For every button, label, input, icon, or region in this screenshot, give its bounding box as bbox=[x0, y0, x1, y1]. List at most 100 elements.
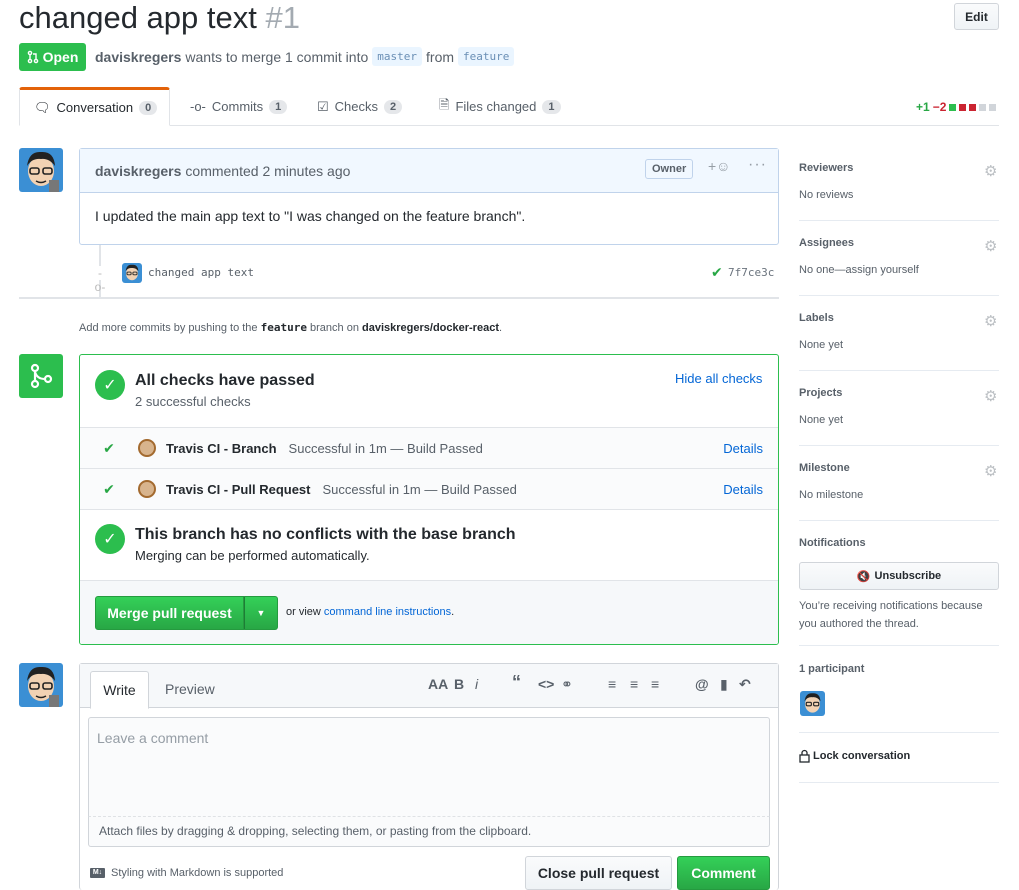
checklist-icon: ☑ bbox=[317, 98, 329, 114]
merge-alt-prefix: or view bbox=[286, 606, 321, 618]
gear-icon[interactable]: ⚙ bbox=[984, 387, 997, 405]
comment-discussion-icon: 🗨 bbox=[34, 99, 51, 115]
bold-icon[interactable]: B bbox=[454, 676, 464, 692]
sidebar-divider bbox=[799, 782, 999, 783]
timeline-divider bbox=[19, 297, 779, 299]
reviewers-heading[interactable]: Reviewers bbox=[799, 162, 853, 174]
chevron-down-icon[interactable]: ▼ bbox=[244, 596, 278, 630]
avatar[interactable] bbox=[19, 148, 63, 192]
push-hint-text: . bbox=[498, 322, 503, 334]
add-reaction-icon[interactable]: +☺ bbox=[708, 158, 730, 174]
comment-button[interactable]: Comment bbox=[677, 856, 770, 890]
check-name: Travis CI - Pull Request bbox=[166, 481, 311, 497]
tab-conversation[interactable]: 🗨 Conversation 0 bbox=[19, 87, 170, 126]
check-details-link[interactable]: Details bbox=[723, 482, 763, 497]
status-label: Open bbox=[42, 49, 79, 65]
projects-value: None yet bbox=[799, 414, 844, 426]
tab-count: 0 bbox=[139, 100, 158, 115]
check-circle-icon: ✓ bbox=[95, 370, 125, 400]
merge-alt-text: or view command line instructions. bbox=[286, 606, 454, 618]
push-hint-text: branch on bbox=[310, 322, 359, 334]
comment-textarea[interactable]: Leave a comment bbox=[88, 717, 770, 817]
check-description: Successful in 1m — Build Passed bbox=[322, 481, 517, 497]
link-icon[interactable]: ⚭ bbox=[561, 676, 573, 693]
file-diff-icon: 🗎 bbox=[439, 96, 450, 112]
assignees-value[interactable]: No one—assign yourself bbox=[799, 264, 919, 276]
unsubscribe-label: Unsubscribe bbox=[874, 570, 942, 582]
tab-label: Checks bbox=[334, 99, 379, 114]
comment-author[interactable]: daviskregers bbox=[95, 163, 181, 179]
attach-files-bar[interactable]: Attach files by dragging & dropping, sel… bbox=[88, 817, 770, 847]
check-icon[interactable]: ✔ bbox=[711, 264, 723, 281]
merge-button[interactable]: Merge pull request bbox=[95, 596, 244, 630]
quote-icon[interactable]: “ bbox=[512, 672, 521, 693]
markdown-icon: M↓ bbox=[90, 868, 105, 878]
author-link[interactable]: daviskregers bbox=[95, 49, 181, 65]
comment-body: I updated the main app text to "I was ch… bbox=[95, 208, 526, 224]
gear-icon[interactable]: ⚙ bbox=[984, 162, 997, 180]
commit-sha-link[interactable]: 7f7ce3c bbox=[728, 266, 774, 279]
diffstat-block bbox=[949, 103, 957, 111]
task-list-icon[interactable]: ≡ bbox=[651, 676, 659, 692]
git-merge-icon bbox=[19, 354, 63, 398]
mention-icon[interactable]: @ bbox=[695, 676, 709, 692]
tab-files-changed[interactable]: 🗎 Files changed 1 bbox=[425, 87, 575, 126]
push-hint: Add more commits by pushing to the featu… bbox=[79, 321, 502, 334]
unordered-list-icon[interactable]: ≡ bbox=[608, 676, 616, 692]
gear-icon[interactable]: ⚙ bbox=[984, 462, 997, 480]
text-size-icon[interactable]: AA bbox=[428, 676, 448, 692]
tab-label: Files changed bbox=[455, 99, 537, 114]
edit-button[interactable]: Edit bbox=[954, 3, 999, 30]
markdown-hint-text: Styling with Markdown is supported bbox=[111, 867, 284, 879]
diffstat-block bbox=[979, 103, 987, 111]
lock-icon bbox=[799, 749, 810, 763]
milestone-heading[interactable]: Milestone bbox=[799, 462, 850, 474]
check-details-link[interactable]: Details bbox=[723, 441, 763, 456]
bookmark-icon[interactable]: ▮ bbox=[720, 676, 728, 693]
tab-commits[interactable]: -o- Commits 1 bbox=[176, 87, 301, 126]
status-badge: Open bbox=[19, 43, 86, 71]
hide-checks-link[interactable]: Hide all checks bbox=[675, 371, 762, 386]
lock-conversation-button[interactable]: Lock conversation bbox=[799, 749, 910, 763]
ordered-list-icon[interactable]: ≡ bbox=[630, 676, 638, 692]
meta-text: wants to merge 1 commit into bbox=[185, 48, 369, 65]
tab-label: Commits bbox=[211, 99, 264, 114]
sidebar-divider bbox=[799, 220, 999, 221]
gear-icon[interactable]: ⚙ bbox=[984, 312, 997, 330]
gear-icon[interactable]: ⚙ bbox=[984, 237, 997, 255]
commit-message-link[interactable]: changed app text bbox=[148, 266, 254, 279]
labels-heading[interactable]: Labels bbox=[799, 312, 834, 324]
reply-icon[interactable]: ↶ bbox=[739, 676, 751, 693]
close-pull-request-button[interactable]: Close pull request bbox=[525, 856, 672, 890]
sidebar-divider bbox=[799, 520, 999, 521]
check-row: ✔ Travis CI - Pull Request Successful in… bbox=[80, 468, 778, 509]
base-branch[interactable]: master bbox=[372, 47, 423, 66]
tab-write[interactable]: Write bbox=[90, 671, 149, 709]
sidebar-divider bbox=[799, 645, 999, 646]
commit-avatar[interactable] bbox=[122, 263, 142, 283]
checks-subtitle: 2 successful checks bbox=[135, 394, 251, 409]
notifications-heading: Notifications bbox=[799, 537, 866, 549]
diffstat-block bbox=[969, 103, 977, 111]
comment-timestamp[interactable]: commented 2 minutes ago bbox=[185, 163, 350, 179]
tab-count: 2 bbox=[384, 99, 403, 114]
participant-avatar[interactable] bbox=[800, 691, 825, 716]
italic-icon[interactable]: i bbox=[475, 676, 478, 692]
tab-preview[interactable]: Preview bbox=[165, 681, 215, 697]
conflict-subtitle: Merging can be performed automatically. bbox=[135, 548, 370, 563]
code-icon[interactable]: <> bbox=[538, 676, 554, 692]
tab-checks[interactable]: ☑ Checks 2 bbox=[303, 87, 416, 126]
assignees-heading[interactable]: Assignees bbox=[799, 237, 854, 249]
comment-card: daviskregers commented 2 minutes ago Own… bbox=[79, 148, 779, 245]
projects-heading[interactable]: Projects bbox=[799, 387, 842, 399]
push-hint-branch: feature bbox=[260, 321, 307, 334]
command-line-link[interactable]: command line instructions bbox=[324, 606, 451, 618]
avatar[interactable] bbox=[19, 663, 63, 707]
kebab-menu-icon[interactable]: ··· bbox=[748, 156, 767, 174]
check-name: Travis CI - Branch bbox=[166, 440, 277, 456]
divider bbox=[80, 509, 778, 510]
merge-box: ✓ All checks have passed 2 successful ch… bbox=[79, 354, 779, 645]
markdown-hint[interactable]: M↓ Styling with Markdown is supported bbox=[90, 867, 283, 879]
unsubscribe-button[interactable]: 🔇 Unsubscribe bbox=[799, 562, 999, 590]
head-branch[interactable]: feature bbox=[458, 47, 515, 66]
